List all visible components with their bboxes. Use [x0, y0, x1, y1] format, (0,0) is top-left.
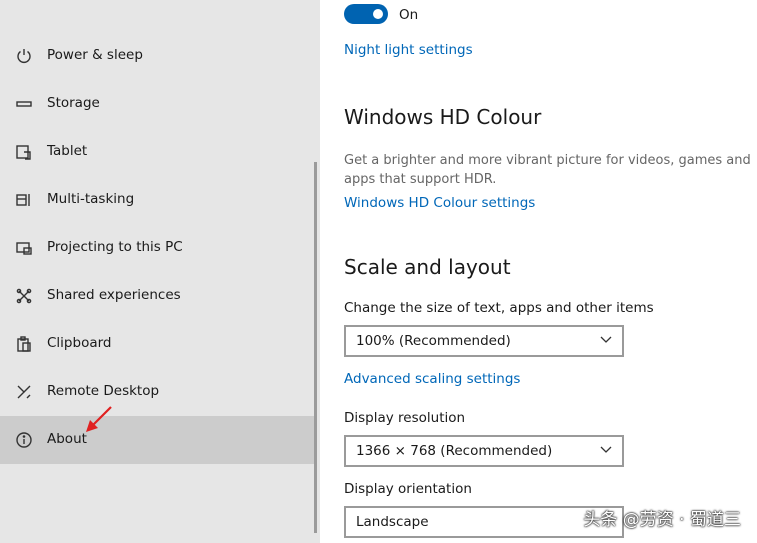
resolution-dropdown-value: 1366 × 768 (Recommended) — [356, 443, 553, 459]
sidebar-item-label: Clipboard — [47, 335, 112, 351]
hdr-heading: Windows HD Colour — [344, 105, 542, 129]
sidebar-item-shared-experiences[interactable]: Shared experiences — [0, 272, 317, 320]
night-light-settings-link[interactable]: Night light settings — [344, 42, 473, 58]
resolution-label: Display resolution — [344, 410, 466, 426]
chevron-down-icon — [600, 446, 612, 453]
night-light-toggle[interactable] — [344, 4, 388, 24]
sidebar-item-tablet[interactable]: Tablet — [0, 128, 317, 176]
sidebar-item-about[interactable]: About — [0, 416, 317, 464]
text-size-label: Change the size of text, apps and other … — [344, 300, 654, 316]
sidebar-item-label: Tablet — [47, 143, 88, 159]
toggle-knob — [373, 9, 383, 19]
annotation-arrow-icon — [86, 406, 112, 432]
sidebar-item-label: Storage — [47, 95, 100, 111]
projecting-icon — [14, 238, 34, 258]
hdr-description: Get a brighter and more vibrant picture … — [344, 153, 751, 187]
sidebar-item-power-sleep[interactable]: Power & sleep — [0, 32, 317, 80]
display-settings-panel: On Night light settings Windows HD Colou… — [320, 0, 757, 543]
sidebar-item-label: Power & sleep — [47, 47, 143, 63]
sidebar-scrollbar[interactable] — [314, 162, 317, 533]
sidebar-item-clipboard[interactable]: Clipboard — [0, 320, 317, 368]
shared-experiences-icon — [14, 286, 34, 306]
clipboard-icon — [14, 334, 34, 354]
orientation-dropdown-value: Landscape — [356, 514, 429, 530]
sidebar-item-label: Projecting to this PC — [47, 239, 183, 255]
advanced-scaling-link[interactable]: Advanced scaling settings — [344, 371, 520, 387]
info-icon — [14, 430, 34, 450]
sidebar-item-remote-desktop[interactable]: Remote Desktop — [0, 368, 317, 416]
scale-layout-heading: Scale and layout — [344, 255, 511, 279]
storage-icon — [14, 94, 34, 114]
resolution-dropdown[interactable]: 1366 × 768 (Recommended) — [344, 435, 624, 467]
sidebar-item-storage[interactable]: Storage — [0, 80, 317, 128]
settings-sidebar: Power & sleep Storage Tablet Multi-taski… — [0, 0, 320, 543]
sidebar-item-label: Remote Desktop — [47, 383, 160, 399]
sidebar-item-label: Shared experiences — [47, 287, 181, 303]
orientation-label: Display orientation — [344, 481, 472, 497]
scale-dropdown-value: 100% (Recommended) — [356, 333, 511, 349]
tablet-icon — [14, 142, 34, 162]
toggle-state-label: On — [399, 7, 419, 23]
power-icon — [14, 46, 34, 66]
sidebar-item-label: Multi-tasking — [47, 191, 135, 207]
sidebar-item-projecting[interactable]: Projecting to this PC — [0, 224, 317, 272]
orientation-dropdown[interactable]: Landscape — [344, 506, 624, 538]
hdr-settings-link[interactable]: Windows HD Colour settings — [344, 195, 535, 211]
watermark: 头条 @劳资 · 蜀道三 — [583, 510, 741, 530]
scale-dropdown[interactable]: 100% (Recommended) — [344, 325, 624, 357]
remote-desktop-icon — [14, 382, 34, 402]
multitasking-icon — [14, 190, 34, 210]
sidebar-item-multitasking[interactable]: Multi-tasking — [0, 176, 317, 224]
chevron-down-icon — [600, 336, 612, 343]
